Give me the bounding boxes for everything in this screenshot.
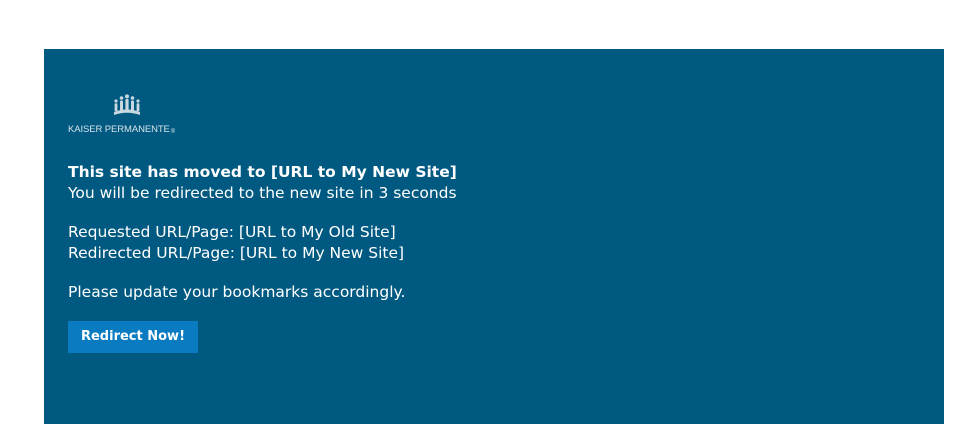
kaiser-people-icon <box>114 94 140 115</box>
redirect-message: This site has moved to [URL to My New Si… <box>68 162 457 353</box>
redirected-url-text: Redirected URL/Page: [URL to My New Site… <box>68 244 405 262</box>
redirect-now-button[interactable]: Redirect Now! <box>68 321 198 353</box>
kaiser-permanente-logo: KAISER PERMANENTE® <box>68 94 208 138</box>
redirect-panel: KAISER PERMANENTE® This site has moved t… <box>44 49 944 424</box>
page-title: This site has moved to [URL to My New Si… <box>68 163 457 181</box>
logo-wordmark: KAISER PERMANENTE® <box>68 124 176 135</box>
requested-url-text: Requested URL/Page: [URL to My Old Site] <box>68 223 396 241</box>
redirect-countdown-text: You will be redirected to the new site i… <box>68 184 457 202</box>
bookmark-notice-text: Please update your bookmarks accordingly… <box>68 283 406 301</box>
